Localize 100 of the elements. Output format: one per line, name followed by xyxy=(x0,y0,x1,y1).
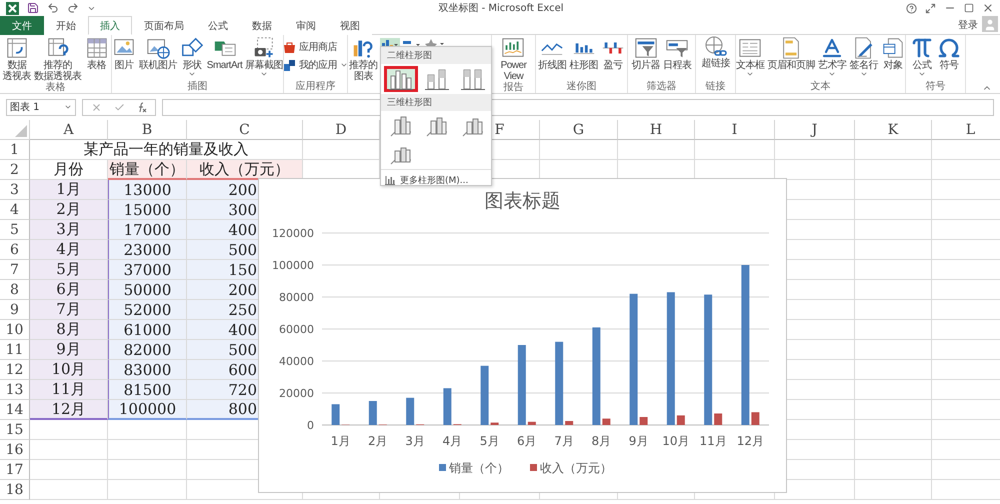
table-cell: 17000 xyxy=(108,220,187,240)
chart-bar xyxy=(528,422,536,425)
ribbon-button[interactable]: 图片 xyxy=(110,36,137,81)
ribbon-button[interactable]: 日程表 xyxy=(662,36,692,81)
table-cell: 10月 xyxy=(30,360,108,380)
ribbon-button[interactable]: 公式 xyxy=(909,36,935,81)
clustered-column-icon xyxy=(389,68,413,90)
globe-link-icon xyxy=(704,36,726,58)
group-label: 报告 xyxy=(502,82,524,94)
ribbon-button[interactable]: 联机图片 xyxy=(138,36,178,81)
x-axis-label: 8月 xyxy=(592,434,612,448)
row-header[interactable]: 2 xyxy=(0,160,30,180)
ribbon-button[interactable]: 符号 xyxy=(936,36,962,81)
ribbon-button[interactable]: 文本框 xyxy=(735,36,766,81)
row-header[interactable]: 15 xyxy=(0,420,30,440)
row-header[interactable]: 1 xyxy=(0,140,30,160)
column-header[interactable]: H xyxy=(618,120,695,140)
restore-icon[interactable] xyxy=(964,3,974,13)
table-cell: 100000 xyxy=(108,400,187,420)
column-chart-icon xyxy=(385,176,395,185)
file-tab[interactable]: 文件 xyxy=(0,16,44,35)
spreadsheet-logo-icon[interactable] xyxy=(6,2,19,14)
table-cell: 12月 xyxy=(30,400,108,420)
x-axis-label: 7月 xyxy=(554,434,574,448)
row-header[interactable]: 18 xyxy=(0,480,30,500)
x-axis-label: 6月 xyxy=(517,434,537,448)
menu-section-heading: 二维柱形图 xyxy=(381,47,491,64)
chart-bar xyxy=(676,415,685,425)
table-cell: 3月 xyxy=(30,220,108,240)
ribbon-tab[interactable]: 插入 xyxy=(88,16,132,35)
table-cell: 82000 xyxy=(108,340,187,360)
omega-icon xyxy=(937,36,961,60)
group-label: 表格 xyxy=(44,82,66,94)
ribbon-button[interactable]: 推荐的 数据透视表 xyxy=(33,36,82,82)
ribbon-button[interactable]: SmartArt xyxy=(206,36,244,81)
chart-bar xyxy=(714,413,722,425)
save-icon[interactable] xyxy=(27,2,39,14)
ribbon-button[interactable]: 柱形图 xyxy=(568,36,599,81)
name-box[interactable]: 图表 1 xyxy=(6,98,76,116)
ribbon-button[interactable]: 对象 xyxy=(880,36,906,81)
sign-in-link[interactable]: 登录 xyxy=(958,18,978,32)
row-header[interactable]: 17 xyxy=(0,460,30,480)
ribbon-button[interactable]: 表格 xyxy=(84,36,110,82)
row-header[interactable]: 16 xyxy=(0,440,30,460)
function-icon[interactable] xyxy=(137,102,147,112)
x-axis-label: 9月 xyxy=(628,434,648,448)
column-header[interactable]: G xyxy=(540,120,618,140)
group-label: 应用程序 xyxy=(294,81,336,93)
stacked-column-icon xyxy=(425,68,449,90)
help-icon[interactable] xyxy=(906,2,917,14)
table-cell: 50000 xyxy=(108,280,187,300)
group-label: 文本 xyxy=(810,81,832,93)
chart-title: 图表标题 xyxy=(484,190,560,212)
ribbon-button[interactable]: 切片器 xyxy=(630,36,661,81)
legend-label: 收入（万元） xyxy=(540,461,612,475)
ribbon-button[interactable]: Power View xyxy=(500,36,528,82)
chart-bar xyxy=(368,401,377,425)
column-heading: 销量（个） xyxy=(108,160,187,180)
column-heading: 收入（万元） xyxy=(187,160,303,180)
ribbon-button[interactable]: 盈亏 xyxy=(600,36,626,81)
chart-bar xyxy=(640,417,648,425)
table-cell: 6月 xyxy=(30,280,108,300)
column-header[interactable]: C xyxy=(187,120,303,140)
table-cell: 4月 xyxy=(30,240,108,260)
x-axis-label: 4月 xyxy=(442,434,462,448)
table-cell: 7月 xyxy=(30,300,108,320)
chart-bar xyxy=(406,398,414,425)
column-header[interactable]: B xyxy=(108,120,187,140)
ribbon-button[interactable]: 艺术字 xyxy=(817,36,848,81)
ribbon-button[interactable]: 签名行 xyxy=(848,36,879,81)
x-axis-label: 5月 xyxy=(480,434,500,448)
column-header[interactable]: J xyxy=(775,120,855,140)
redo-icon[interactable] xyxy=(67,2,79,14)
table-cell: 11月 xyxy=(30,380,108,400)
x-axis-label: 3月 xyxy=(405,434,425,448)
column-header[interactable]: A xyxy=(30,120,108,140)
table-cell: 81500 xyxy=(108,380,187,400)
window-title: 双坐标图 - Microsoft Excel xyxy=(437,2,565,15)
pi-icon xyxy=(910,36,934,60)
chart-type-option[interactable] xyxy=(384,66,418,92)
more-charts-item[interactable]: 更多柱形图(M)... xyxy=(381,169,491,191)
ribbon-button[interactable]: 折线图 xyxy=(537,36,568,81)
column-header[interactable]: K xyxy=(855,120,932,140)
apps-icon xyxy=(283,58,296,72)
ribbon-display-icon[interactable] xyxy=(925,2,936,14)
table-cell: 37000 xyxy=(108,260,187,280)
column-header[interactable]: I xyxy=(695,120,775,140)
ribbon-button[interactable]: 推荐的 图表 xyxy=(348,36,378,82)
table-cell: 5月 xyxy=(30,260,108,280)
table-cell: 23000 xyxy=(108,240,187,260)
ribbon-button[interactable]: 形状 xyxy=(178,36,205,81)
close-icon[interactable] xyxy=(982,2,994,14)
ribbon-button[interactable]: 页眉和页脚 xyxy=(766,36,816,81)
undo-icon[interactable] xyxy=(47,2,59,14)
ribbon-button[interactable]: 数据 透视表 xyxy=(2,36,32,82)
ribbon-button[interactable]: 超链接 xyxy=(700,36,731,81)
chart-bar xyxy=(751,412,760,425)
x-axis-label: 2月 xyxy=(368,434,388,448)
column-header[interactable]: L xyxy=(932,120,1000,140)
shopping-bag-icon xyxy=(283,40,296,54)
